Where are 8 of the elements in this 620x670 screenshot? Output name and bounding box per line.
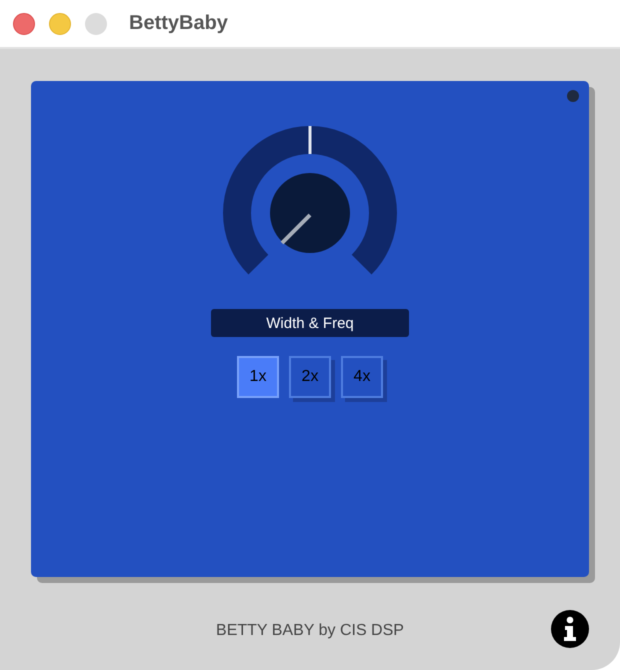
info-icon[interactable] xyxy=(551,610,589,648)
window-title: BettyBaby xyxy=(129,12,228,35)
knob-label: Width & Freq xyxy=(211,309,409,337)
close-button[interactable] xyxy=(13,12,35,34)
footer-text: BETTY BABY by CIS DSP xyxy=(216,622,404,640)
oversampling-button[interactable]: 1x xyxy=(237,356,279,398)
knob[interactable] xyxy=(270,173,350,253)
indicator-dot xyxy=(567,90,579,102)
